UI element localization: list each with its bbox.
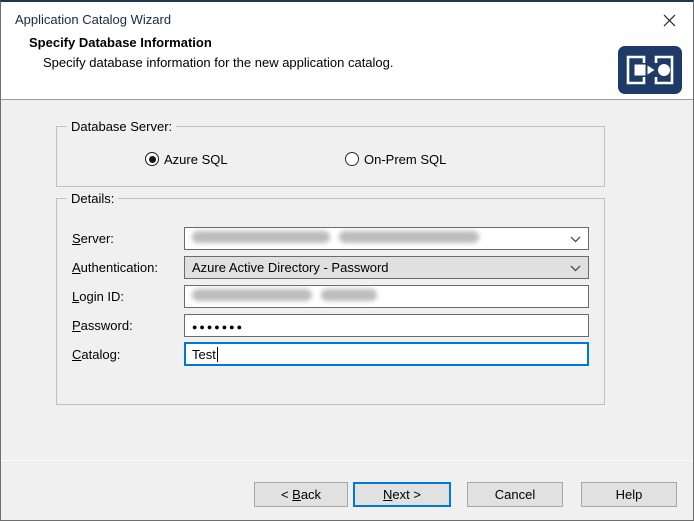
window-title: Application Catalog Wizard <box>15 12 171 27</box>
database-server-group: Database Server: Azure SQL On-Prem SQL <box>56 126 605 187</box>
page-subtitle: Specify database information for the new… <box>43 55 394 70</box>
authentication-combobox[interactable]: Azure Active Directory - Password <box>184 256 589 279</box>
password-input[interactable]: ●●●●●●● <box>184 314 589 337</box>
dialog-header: Application Catalog Wizard Specify Datab… <box>1 2 693 100</box>
authentication-label: Authentication: <box>72 260 158 275</box>
back-button-label: < Back <box>281 487 321 502</box>
catalog-value: Test <box>192 347 216 362</box>
redacted-value <box>192 289 377 304</box>
text-caret <box>217 347 218 362</box>
radio-on-prem-sql[interactable]: On-Prem SQL <box>345 151 446 167</box>
cancel-button[interactable]: Cancel <box>467 482 563 507</box>
next-button[interactable]: Next > <box>353 482 451 507</box>
close-button[interactable] <box>655 8 683 32</box>
radio-unselected-icon <box>345 152 359 166</box>
chevron-down-icon <box>570 236 581 243</box>
radio-on-prem-sql-label: On-Prem SQL <box>364 152 446 167</box>
details-group-label: Details: <box>67 191 118 206</box>
server-combobox[interactable] <box>184 227 589 250</box>
radio-selected-icon <box>145 152 159 166</box>
authentication-value: Azure Active Directory - Password <box>192 260 389 275</box>
radio-azure-sql[interactable]: Azure SQL <box>145 151 228 167</box>
application-catalog-wizard-dialog: Application Catalog Wizard Specify Datab… <box>0 0 694 521</box>
details-group: Details: Server: Authentication: Azure A… <box>56 198 605 405</box>
app-logo-icon <box>618 46 682 94</box>
catalog-label: Catalog: <box>72 347 120 362</box>
redacted-value <box>192 231 479 246</box>
help-button-label: Help <box>616 487 643 502</box>
close-icon <box>663 14 676 27</box>
back-button[interactable]: < Back <box>254 482 348 507</box>
login-id-input[interactable] <box>184 285 589 308</box>
next-button-label: Next > <box>383 487 421 502</box>
radio-azure-sql-label: Azure SQL <box>164 152 228 167</box>
chevron-down-icon <box>570 265 581 272</box>
footer-separator <box>1 460 693 461</box>
password-label: Password: <box>72 318 133 333</box>
password-masked-value: ●●●●●●● <box>192 322 244 332</box>
server-label: Server: <box>72 231 114 246</box>
cancel-button-label: Cancel <box>495 487 535 502</box>
database-server-group-label: Database Server: <box>67 119 176 134</box>
login-id-label: Login ID: <box>72 289 124 304</box>
page-title: Specify Database Information <box>29 35 212 50</box>
catalog-input[interactable]: Test <box>184 342 589 366</box>
help-button[interactable]: Help <box>581 482 677 507</box>
